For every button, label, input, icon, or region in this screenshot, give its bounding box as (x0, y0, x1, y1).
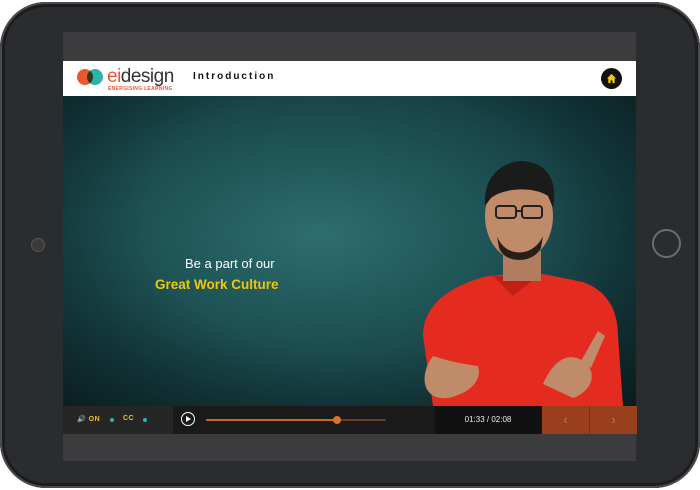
next-button[interactable]: › (589, 406, 637, 434)
camera-dot (31, 238, 45, 252)
cc-toggle[interactable]: CC (123, 415, 134, 422)
progress-track[interactable] (206, 416, 386, 424)
home-icon (606, 73, 617, 84)
logo-wordmark: eidesign (107, 66, 174, 87)
player-controls: 🔊 ON CC 01:33 / 02:08 ‹ › (63, 406, 637, 434)
course-header: eidesign ENERGISING LEARNING Introductio… (63, 61, 636, 96)
eidesign-logo: eidesign ENERGISING LEARNING (77, 66, 187, 92)
progress-fill (206, 419, 338, 421)
time-display: 01:33 / 02:08 (435, 406, 541, 434)
cc-status-dot (143, 418, 147, 422)
caption-line-1: Be a part of our (185, 256, 275, 271)
prev-button[interactable]: ‹ (542, 406, 589, 434)
device-home-button[interactable] (652, 229, 681, 258)
logo-tagline: ENERGISING LEARNING (108, 86, 173, 92)
caption-line-2: Great Work Culture (155, 277, 279, 292)
video-player[interactable]: Be a part of our Great Work Culture (63, 96, 636, 406)
separator-dot (110, 418, 114, 422)
logo-circle-teal (87, 69, 103, 85)
play-button[interactable] (181, 412, 195, 426)
home-button[interactable] (601, 68, 622, 89)
page-title: Introduction (193, 71, 276, 82)
progress-knob[interactable] (333, 416, 342, 424)
volume-toggle[interactable]: 🔊 ON (77, 415, 100, 423)
presenter-figure (423, 161, 623, 406)
audio-cc-panel: 🔊 ON CC (63, 406, 173, 434)
